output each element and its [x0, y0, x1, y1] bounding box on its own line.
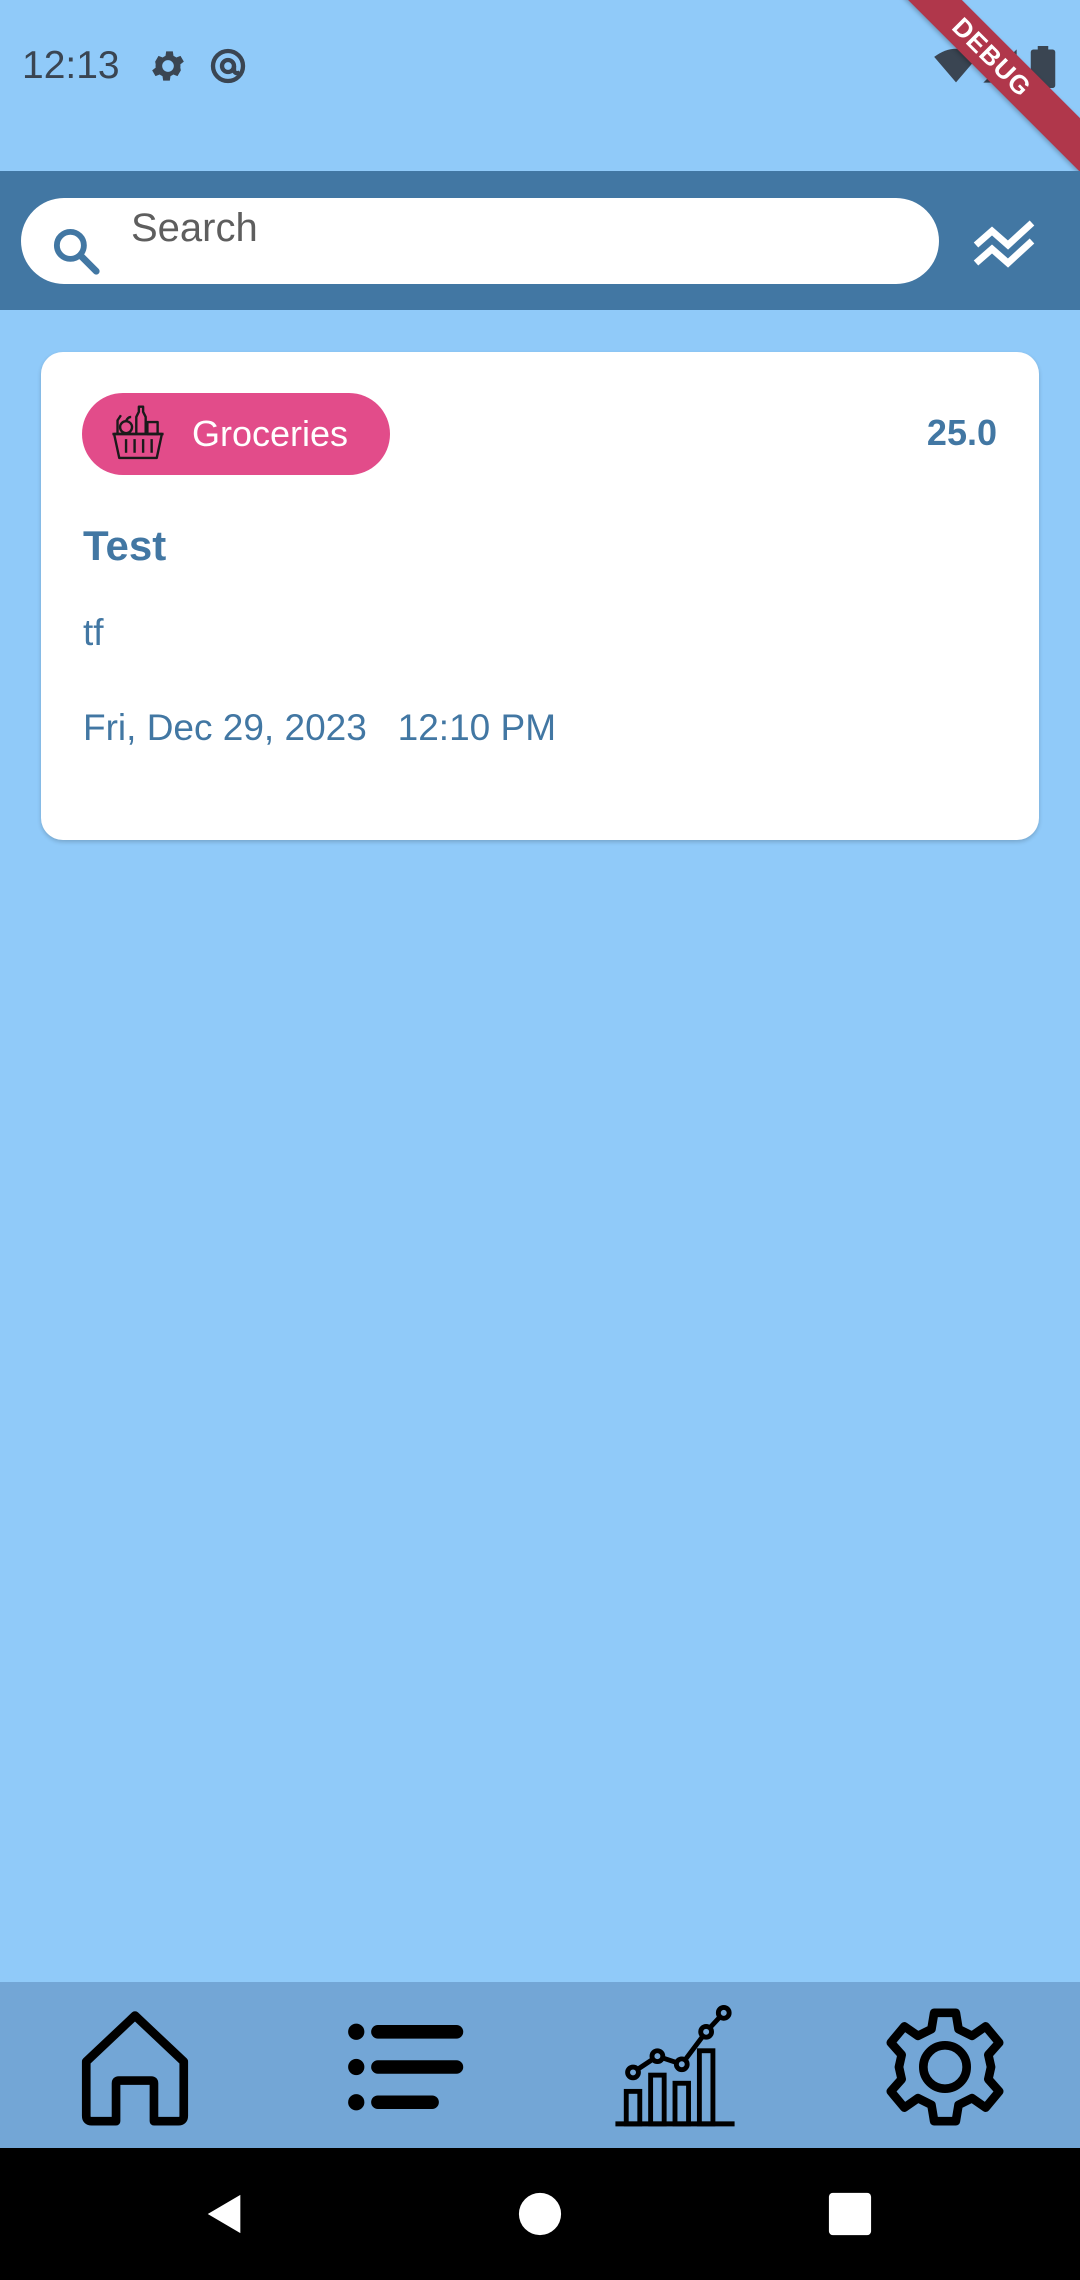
grocery-basket-icon: [112, 405, 164, 460]
transaction-note: tf: [83, 612, 104, 653]
at-sign-icon: [210, 48, 246, 84]
status-bar: 12:13 DEBUG: [0, 0, 1080, 177]
double-chevron-up-icon[interactable]: [972, 213, 1036, 269]
app-bar: [0, 171, 1080, 310]
bottom-nav: [0, 1982, 1080, 2148]
statistics-chart-icon[interactable]: [610, 2002, 740, 2132]
search-icon: [53, 228, 100, 275]
transaction-amount: 25.0: [926, 412, 997, 453]
screen: 12:13 DEBUG Search Groceries 25.0 Test t…: [0, 0, 1080, 2280]
settings-gear-icon: [152, 51, 184, 81]
category-chip[interactable]: Groceries: [82, 393, 390, 475]
search-input[interactable]: [131, 198, 911, 258]
debug-banner: DEBUG: [872, 0, 1080, 177]
search-box[interactable]: [21, 198, 939, 284]
list-icon[interactable]: [340, 2002, 470, 2132]
back-icon[interactable]: [202, 2191, 248, 2237]
system-nav-bar: [0, 2148, 1080, 2280]
home-circle-icon[interactable]: [517, 2191, 563, 2237]
recents-square-icon[interactable]: [827, 2191, 873, 2237]
status-time: 12:13: [22, 44, 120, 87]
settings-icon[interactable]: [880, 2002, 1010, 2132]
transaction-title: Test: [83, 522, 167, 569]
home-icon[interactable]: [70, 2002, 200, 2132]
transaction-datetime: Fri, Dec 29, 2023 12:10 PM: [83, 707, 557, 748]
transaction-card[interactable]: Groceries 25.0 Test tf Fri, Dec 29, 2023…: [41, 352, 1039, 840]
category-label: Groceries: [192, 413, 349, 454]
